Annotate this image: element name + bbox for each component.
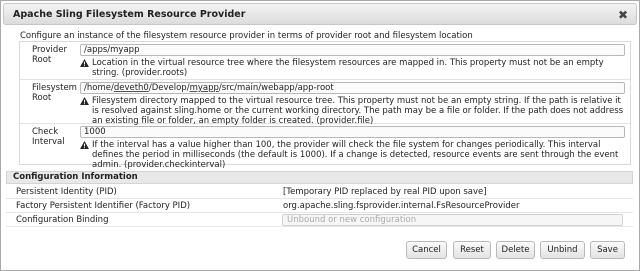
configuration-information: Configuration Information Persistent Ide… [6, 171, 633, 227]
property-row-check-interval: Check Interval 1000 If the interval has … [20, 124, 630, 170]
info-row-factory-pid: Factory Persistent Identifier (Factory P… [6, 199, 633, 213]
properties-table: Provider Root /apps/myapp Location in th… [19, 41, 631, 170]
unbind-button[interactable]: Unbind [540, 241, 585, 259]
dialog-description: Configure an instance of the filesystem … [20, 31, 473, 41]
warning-icon [80, 97, 89, 105]
info-row-binding: Configuration Binding Unbound or new con… [6, 213, 633, 227]
info-label: Configuration Binding [16, 215, 109, 225]
cancel-button[interactable]: Cancel [406, 241, 447, 259]
property-label: Filesystem Root [32, 83, 77, 103]
check-interval-input[interactable]: 1000 [80, 126, 625, 138]
close-icon[interactable]: ✖ [616, 8, 630, 22]
dialog-title: Apache Sling Filesystem Resource Provide… [13, 9, 246, 20]
configuration-dialog: Apache Sling Filesystem Resource Provide… [0, 0, 640, 271]
delete-button[interactable]: Delete [496, 241, 535, 259]
provider-root-input[interactable]: /apps/myapp [80, 44, 625, 56]
info-label: Factory Persistent Identifier (Factory P… [16, 201, 191, 211]
path-segment: /src/main/webapp/app-root [218, 83, 334, 93]
property-description: Location in the virtual resource tree wh… [80, 58, 625, 78]
info-value: [Temporary PID replaced by real PID upon… [283, 187, 487, 197]
property-description-text: Filesystem directory mapped to the virtu… [92, 96, 624, 126]
path-segment: /home/ [84, 83, 114, 93]
filesystem-root-input[interactable]: /home/deveth0/Develop/myapp/src/main/web… [80, 82, 625, 94]
info-value: org.apache.sling.fsprovider.internal.FsR… [283, 201, 520, 211]
property-description: If the interval has a value higher than … [80, 140, 625, 170]
property-row-provider-root: Provider Root /apps/myapp Location in th… [20, 42, 630, 80]
info-label: Persistent Identity (PID) [16, 187, 117, 197]
section-heading: Configuration Information [6, 171, 633, 184]
warning-icon [80, 141, 89, 149]
path-segment: myapp [189, 83, 219, 93]
property-label: Check Interval [32, 127, 65, 147]
property-description-text: Location in the virtual resource tree wh… [92, 58, 604, 78]
path-segment: /Develop/ [148, 83, 190, 93]
property-description-text: If the interval has a value higher than … [92, 140, 619, 170]
path-segment: deveth0 [113, 83, 149, 93]
save-button[interactable]: Save [590, 241, 625, 259]
reset-button[interactable]: Reset [453, 241, 491, 259]
property-row-filesystem-root: Filesystem Root /home/deveth0/Develop/my… [20, 80, 630, 126]
property-label: Provider Root [32, 45, 67, 65]
dialog-titlebar[interactable]: Apache Sling Filesystem Resource Provide… [3, 3, 637, 25]
configuration-binding-field[interactable]: Unbound or new configuration [282, 214, 623, 226]
property-description: Filesystem directory mapped to the virtu… [80, 96, 625, 126]
info-row-pid: Persistent Identity (PID) [Temporary PID… [6, 185, 633, 199]
warning-icon [80, 59, 89, 67]
